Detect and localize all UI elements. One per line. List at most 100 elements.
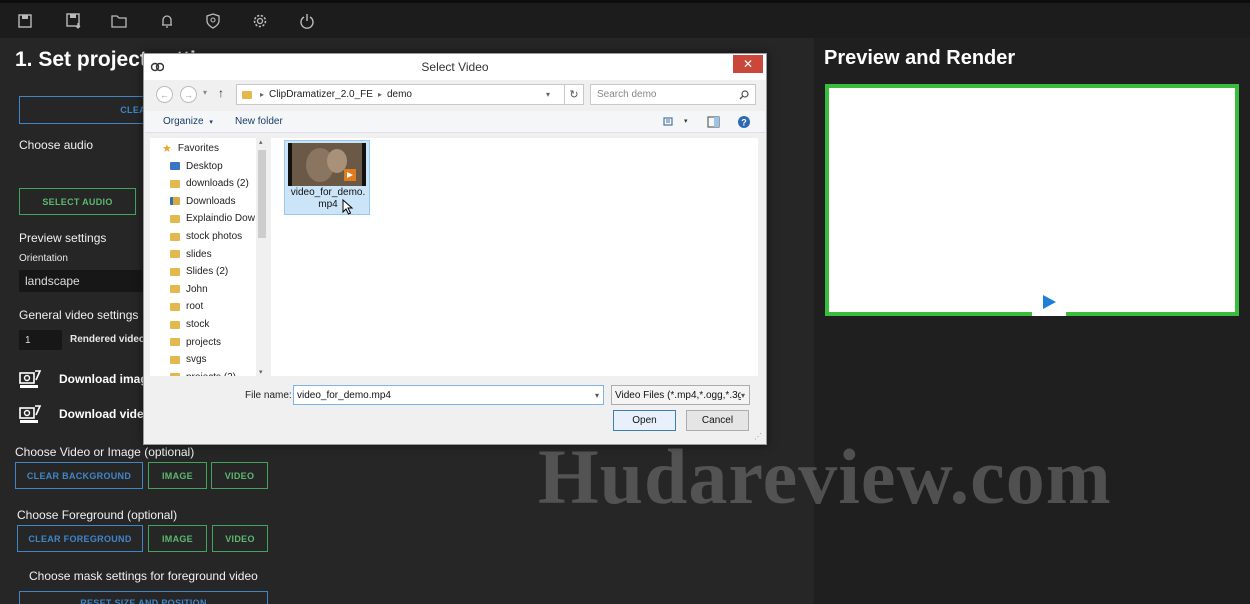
nav-item-label: John bbox=[186, 283, 208, 295]
clear-background-button[interactable]: CLEAR BACKGROUND bbox=[15, 462, 143, 489]
top-toolbar bbox=[0, 0, 1250, 38]
nav-item[interactable]: stock photos bbox=[170, 228, 242, 245]
select-video-dialog: Select Video ✕ ← → ▾ ↑ ▸ ClipDramatizer_… bbox=[143, 53, 767, 445]
resize-grip-icon[interactable]: ⋰ bbox=[754, 432, 762, 441]
nav-item-label: Favorites bbox=[177, 143, 219, 154]
download-video-label[interactable]: Download vide bbox=[59, 407, 144, 421]
clear-foreground-button[interactable]: CLEAR FOREGROUND bbox=[17, 525, 143, 552]
file-type-value: Video Files (*.mp4,*.ogg,*.3g bbox=[615, 389, 744, 401]
breadcrumb-separator-icon: ▸ bbox=[377, 90, 382, 99]
star-icon: ★ bbox=[162, 143, 172, 155]
folder-icon bbox=[170, 232, 180, 241]
view-dropdown-icon[interactable]: ▾ bbox=[684, 117, 688, 125]
address-dropdown-icon[interactable]: ▾ bbox=[546, 90, 550, 99]
nav-item[interactable]: Desktop bbox=[170, 158, 223, 175]
file-name-input[interactable]: video_for_demo.mp4 ▾ bbox=[293, 385, 604, 405]
download-image-label[interactable]: Download imag bbox=[59, 372, 148, 386]
file-item-video[interactable]: video_for_demo. mp4 bbox=[284, 140, 370, 215]
nav-item[interactable]: John bbox=[170, 281, 208, 298]
refresh-button[interactable]: ↻ bbox=[564, 84, 584, 105]
folder-icon bbox=[170, 302, 180, 311]
scrollbar-thumb[interactable] bbox=[258, 150, 266, 238]
up-arrow-icon[interactable]: ↑ bbox=[218, 86, 224, 100]
foreground-video-button[interactable]: VIDEO bbox=[212, 525, 268, 552]
play-button[interactable] bbox=[1032, 288, 1066, 316]
scroll-up-icon[interactable]: ▴ bbox=[259, 138, 263, 146]
forward-arrow-icon: → bbox=[184, 89, 193, 100]
save-icon[interactable] bbox=[16, 12, 34, 30]
navigation-bar: ← → ▾ ↑ ▸ ClipDramatizer_2.0_FE ▸ demo ▾… bbox=[152, 84, 758, 106]
background-image-button[interactable]: IMAGE bbox=[148, 462, 207, 489]
dialog-title: Select Video bbox=[421, 60, 489, 74]
nav-item[interactable]: Downloads bbox=[170, 193, 235, 210]
download-video-icon[interactable] bbox=[18, 403, 42, 425]
folder-icon[interactable] bbox=[110, 12, 128, 30]
choose-audio-label: Choose audio bbox=[19, 138, 94, 152]
mouse-cursor-icon bbox=[342, 199, 354, 215]
help-icon[interactable]: ? bbox=[737, 115, 751, 129]
close-icon: ✕ bbox=[742, 57, 754, 71]
video-thumbnail bbox=[288, 143, 366, 186]
view-options-icon[interactable] bbox=[663, 116, 677, 128]
forward-button[interactable]: → bbox=[180, 86, 197, 103]
general-video-settings-label: General video settings bbox=[19, 308, 139, 322]
nav-item[interactable]: svgs bbox=[170, 351, 207, 368]
save-as-icon[interactable] bbox=[65, 12, 83, 30]
breadcrumb-item[interactable]: ClipDramatizer_2.0_FE bbox=[269, 89, 373, 100]
watermark: Hudareview.com bbox=[538, 433, 1112, 520]
video-thumbnail-image bbox=[292, 143, 362, 186]
nav-item-label: projects (2) bbox=[186, 372, 236, 376]
file-name-dropdown-icon[interactable]: ▾ bbox=[595, 391, 599, 400]
preview-settings-label: Preview settings bbox=[19, 231, 107, 245]
close-button[interactable]: ✕ bbox=[733, 55, 763, 73]
download-image-icon[interactable] bbox=[18, 368, 42, 390]
cancel-button[interactable]: Cancel bbox=[686, 410, 749, 431]
gear-icon[interactable] bbox=[251, 12, 269, 30]
reset-size-position-button[interactable]: RESET SIZE AND POSITION bbox=[19, 591, 268, 604]
play-icon bbox=[1043, 295, 1056, 309]
preview-pane-icon[interactable] bbox=[707, 116, 720, 128]
download-folder-icon bbox=[170, 197, 180, 206]
file-name-line2: mp4 bbox=[318, 199, 338, 210]
power-icon[interactable] bbox=[298, 12, 316, 30]
recent-locations-chevron-icon[interactable]: ▾ bbox=[203, 88, 207, 97]
bell-icon[interactable] bbox=[158, 12, 176, 30]
back-arrow-icon: ← bbox=[160, 89, 169, 100]
foreground-image-button[interactable]: IMAGE bbox=[148, 525, 207, 552]
nav-item[interactable]: Explaindio Dow bbox=[170, 210, 255, 227]
nav-item[interactable]: ★ Favorites bbox=[162, 140, 219, 157]
nav-item-label: Explaindio Dow bbox=[186, 213, 255, 225]
nav-item[interactable]: stock bbox=[170, 316, 209, 333]
nav-item[interactable]: slides bbox=[170, 246, 212, 263]
nav-item[interactable]: root bbox=[170, 298, 203, 315]
search-icon bbox=[739, 90, 749, 100]
nav-item[interactable]: projects bbox=[170, 334, 221, 351]
nav-item-label: slides bbox=[186, 248, 212, 260]
breadcrumb-item[interactable]: demo bbox=[387, 89, 412, 100]
dialog-footer: File name: video_for_demo.mp4 ▾ Video Fi… bbox=[145, 380, 765, 444]
choose-video-label: Choose Video or Image (optional) bbox=[15, 445, 195, 459]
chevron-down-icon: ▾ bbox=[209, 119, 213, 126]
scroll-down-icon[interactable]: ▾ bbox=[259, 368, 263, 376]
nav-item[interactable]: downloads (2) bbox=[170, 175, 249, 192]
organize-button[interactable]: Organize ▾ bbox=[163, 116, 213, 127]
new-folder-button[interactable]: New folder bbox=[235, 116, 283, 127]
background-video-button[interactable]: VIDEO bbox=[211, 462, 268, 489]
address-bar[interactable]: ▸ ClipDramatizer_2.0_FE ▸ demo ▾ bbox=[236, 84, 569, 105]
search-input[interactable]: Search demo bbox=[590, 84, 756, 105]
nav-item[interactable]: Slides (2) bbox=[170, 263, 228, 280]
back-button[interactable]: ← bbox=[156, 86, 173, 103]
file-type-select[interactable]: Video Files (*.mp4,*.ogg,*.3g ▾ bbox=[611, 385, 750, 405]
rendered-video-count-input[interactable]: 1 bbox=[19, 330, 62, 350]
desktop-icon bbox=[170, 162, 180, 171]
nav-item-label: Slides (2) bbox=[186, 266, 229, 278]
orientation-select[interactable]: landscape bbox=[19, 270, 143, 292]
rendered-video-label: Rendered video c bbox=[70, 334, 154, 345]
open-button[interactable]: Open bbox=[613, 410, 676, 431]
shield-icon[interactable] bbox=[204, 12, 222, 30]
select-audio-button[interactable]: SELECT AUDIO bbox=[19, 188, 136, 215]
navigation-scrollbar[interactable]: ▴ ▾ bbox=[256, 138, 268, 376]
nav-item-label: root bbox=[186, 301, 204, 313]
nav-item-label: svgs bbox=[186, 354, 207, 366]
nav-item[interactable]: projects (2) bbox=[170, 369, 236, 376]
